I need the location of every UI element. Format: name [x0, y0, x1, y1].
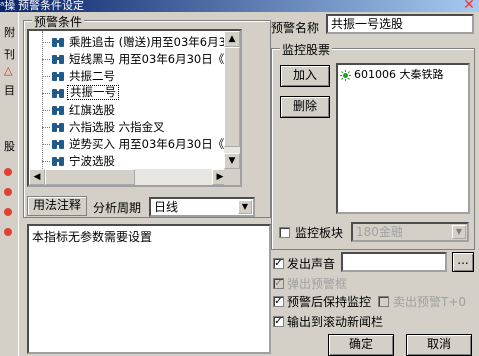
binoculars-icon [52, 89, 64, 98]
stock-label: 601006 大秦铁路 [354, 68, 444, 81]
binoculars-icon [52, 106, 64, 115]
sound-checkbox[interactable]: ✓ [273, 258, 284, 269]
popup-checkbox[interactable]: ✓ [273, 278, 284, 289]
browse-sound-button[interactable]: ... [452, 252, 474, 272]
popup-label: 弹出预警框 [287, 277, 348, 291]
condition-label: 共振二号 [69, 69, 115, 83]
condition-item[interactable]: 共振二号 [29, 68, 229, 84]
background-glyph: 股 [4, 140, 15, 153]
alert-settings-dialog: 预警条件 乘胜追击 (赠送)用至03年6月30日 短线黑马 用至03年6月30日… [18, 12, 479, 356]
stocks-group-label: 监控股票 [280, 41, 333, 58]
background-marker [4, 208, 12, 216]
tree-branch [42, 127, 50, 128]
tree-vertical-scrollbar[interactable]: ▲ ▼ [224, 31, 240, 169]
condition-item[interactable]: 乘胜追击 (赠送)用至03年6月30日 [29, 34, 229, 50]
period-select[interactable]: 日线 ▼ [149, 197, 255, 217]
app-prefix-text: ᵃ操 [0, 0, 16, 12]
condition-item[interactable]: 红旗选股 [29, 102, 229, 118]
news-label: 输出到滚动新闻栏 [287, 315, 384, 329]
sound-label: 发出声音 [287, 257, 336, 271]
condition-item[interactable]: 逆势买入 用至03年6月30日《联文 [29, 136, 229, 152]
window-title: 预警条件设定 [18, 0, 84, 12]
scroll-down-icon[interactable]: ▼ [224, 153, 240, 169]
binoculars-icon [52, 123, 64, 132]
stock-star-icon [340, 70, 351, 81]
binoculars-icon [52, 140, 64, 149]
add-stock-button[interactable]: 加入 [280, 65, 330, 87]
delete-stock-button[interactable]: 删除 [280, 96, 330, 118]
binoculars-icon [52, 72, 64, 81]
sell-alert-checkbox[interactable] [378, 296, 389, 307]
period-value: 日线 [154, 200, 179, 214]
condition-label: 六指选股 六指金叉 [69, 120, 165, 134]
scroll-corner [224, 169, 240, 185]
condition-label: 红旗选股 [69, 103, 115, 117]
condition-item-selected[interactable]: 共振一号 [29, 85, 229, 101]
scroll-thumb[interactable] [45, 169, 135, 185]
background-marker [4, 188, 12, 196]
condition-item[interactable]: 六指选股 六指金叉 [29, 119, 229, 135]
binoculars-icon [52, 55, 64, 64]
tree-branch [42, 76, 50, 77]
condition-item[interactable]: 短线黑马 用至03年6月30日《联文 [29, 51, 229, 67]
sell-alert-label: 卖出预警T+0 [393, 295, 467, 309]
sector-label: 监控板块 [295, 226, 344, 240]
sound-file-input[interactable] [341, 252, 447, 272]
ok-button[interactable]: 确定 [328, 334, 394, 356]
keep-monitor-checkbox[interactable]: ✓ [273, 296, 284, 307]
condition-label: 逆势买入 用至03年6月30日《联文 [69, 137, 229, 151]
condition-label: 短线黑马 用至03年6月30日《联文 [69, 52, 229, 66]
background-glyph: 附 [4, 26, 15, 39]
scroll-left-icon[interactable]: ◀ [29, 169, 45, 185]
period-label: 分析周期 [93, 201, 142, 215]
tree-branch [42, 42, 50, 43]
cancel-button[interactable]: 取消 [406, 334, 472, 356]
news-checkbox[interactable]: ✓ [273, 316, 284, 327]
tree-branch [42, 59, 50, 60]
description-text: 本指标无参数需要设置 [32, 230, 153, 244]
stock-list[interactable]: 601006 大秦铁路 [336, 63, 470, 214]
sector-value: 180金融 [356, 225, 403, 239]
background-marker [4, 228, 12, 236]
sector-checkbox[interactable] [279, 227, 290, 238]
tree-branch [42, 110, 50, 111]
tab-usage[interactable]: 用法注释 [27, 196, 87, 216]
description-box: 本指标无参数需要设置 [27, 224, 271, 354]
scroll-up-icon[interactable]: ▲ [224, 31, 240, 47]
sector-select[interactable]: 180金融 ▼ [351, 222, 469, 242]
binoculars-icon [52, 157, 64, 166]
title-bar: ᵃ操 预警条件设定 ✕ [0, 0, 479, 12]
alert-name-label: 预警名称 [271, 21, 320, 35]
chevron-down-icon[interactable]: ▼ [238, 200, 252, 214]
tree-branch [42, 144, 50, 145]
background-glyph: 刊 [4, 48, 15, 61]
keep-monitor-label: 预警后保持监控 [287, 295, 372, 309]
alert-name-value: 共振一号选股 [331, 17, 404, 31]
condition-tree[interactable]: 乘胜追击 (赠送)用至03年6月30日 短线黑马 用至03年6月30日《联文 共… [27, 29, 242, 187]
tree-branch [42, 161, 50, 162]
scroll-thumb[interactable] [224, 47, 240, 147]
chevron-down-icon[interactable]: ▼ [452, 225, 466, 239]
condition-item[interactable]: 宁波选股 [29, 153, 229, 169]
binoculars-icon [52, 38, 64, 47]
condition-label: 宁波选股 [69, 154, 115, 168]
conditions-group-label: 预警条件 [32, 13, 85, 30]
background-marker [4, 168, 12, 176]
condition-label: 共振一号 [67, 85, 119, 100]
tree-horizontal-scrollbar[interactable]: ◀ ▶ [29, 169, 228, 185]
background-glyph: △ [4, 64, 13, 77]
background-glyph: 目 [4, 84, 15, 97]
tree-branch [42, 93, 50, 94]
close-icon[interactable]: ✕ [462, 0, 476, 12]
condition-label: 乘胜追击 (赠送)用至03年6月30日 [69, 35, 229, 49]
alert-name-input[interactable]: 共振一号选股 [326, 14, 474, 34]
